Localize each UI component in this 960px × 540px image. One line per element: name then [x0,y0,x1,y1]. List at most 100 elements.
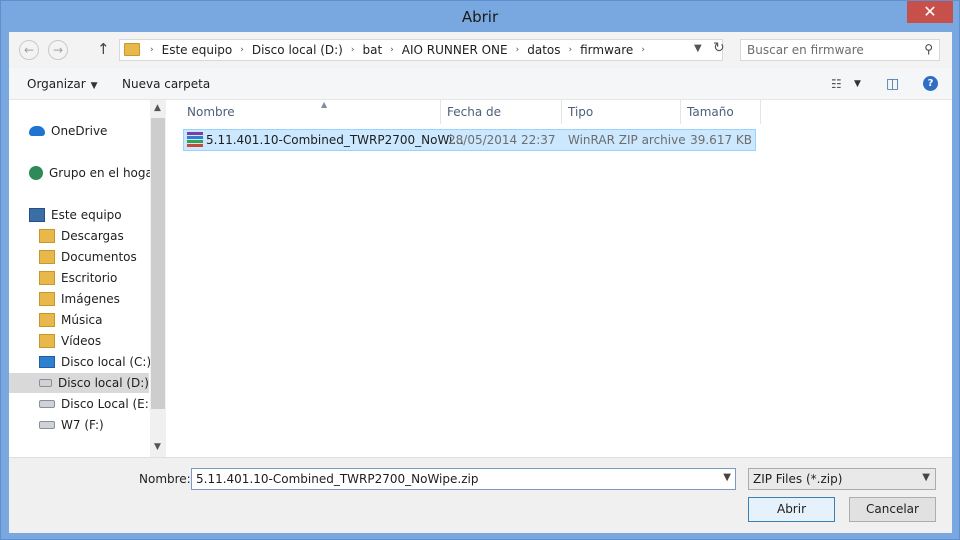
search-icon[interactable]: ⚲ [924,42,933,56]
videos-folder-icon [39,334,55,348]
sidebar-item-label: Disco local (C:) [61,355,152,369]
back-button[interactable]: ← [19,40,39,60]
filetype-select[interactable]: ZIP Files (*.zip) ▼ [748,468,936,490]
refresh-icon[interactable]: ↻ [713,40,725,56]
address-bar[interactable]: › Este equipo › Disco local (D:) › bat ›… [119,39,725,61]
chevron-right-icon[interactable]: › [569,45,573,55]
sidebar-item-downloads[interactable]: Descargas [39,226,124,246]
drive-icon [39,400,55,408]
column-header-type[interactable]: Tipo [562,100,681,124]
breadcrumb-item[interactable]: datos [527,43,560,57]
homegroup-icon [29,166,43,180]
folder-icon [124,43,140,56]
open-file-dialog: Abrir ✕ ← → ↑ › Este equipo › Disco loca… [0,0,960,540]
breadcrumb-item[interactable]: Disco local (D:) [252,43,343,57]
view-options-icon[interactable]: ☷ [831,77,842,91]
chevron-right-icon[interactable]: › [240,45,244,55]
filetype-value: ZIP Files (*.zip) [753,472,843,486]
sidebar-item-documents[interactable]: Documentos [39,247,137,267]
documents-folder-icon [39,250,55,264]
column-header-size[interactable]: Tamaño [681,100,761,124]
chevron-down-icon[interactable]: ▼ [694,43,702,54]
sidebar-item-drive-f[interactable]: W7 (F:) [39,415,104,435]
new-folder-button[interactable]: Nueva carpeta [122,77,210,91]
file-list: Nombre ▲ Fecha de modifica... Tipo Tamañ… [166,100,952,457]
downloads-folder-icon [39,229,55,243]
desktop-folder-icon [39,271,55,285]
sidebar-item-label: Disco Local (E:) [61,397,154,411]
file-type: WinRAR ZIP archive [568,133,686,147]
caret-down-icon: ▼ [90,81,98,91]
sidebar-item-onedrive[interactable]: OneDrive [29,121,107,141]
sidebar-item-label: Documentos [61,250,137,264]
search-input[interactable]: Buscar en firmware ⚲ [740,39,940,61]
scrollbar-thumb[interactable] [151,118,165,409]
sidebar-item-label: Disco local (D:) [57,376,149,390]
command-bar: Organizar ▼ Nueva carpeta ☷ ▼ ◫ ? [9,68,952,100]
column-header-date[interactable]: Fecha de modifica... [441,100,562,143]
organize-label: Organizar [27,77,86,91]
filename-field[interactable]: 5.11.401.10-Combined_TWRP2700_NoWipe.zip… [191,468,736,490]
filename-value: 5.11.401.10-Combined_TWRP2700_NoWipe.zip [196,472,479,486]
chevron-down-icon: ▼ [922,472,930,483]
table-row[interactable]: 5.11.401.10-Combined_TWRP2700_NoWi... 28… [183,129,756,151]
help-icon[interactable]: ? [923,76,938,91]
drive-icon [39,379,52,387]
sidebar-item-label: Escritorio [61,271,118,285]
close-button[interactable]: ✕ [907,1,953,23]
window-title: Abrir [461,8,499,26]
sidebar-item-homegroup[interactable]: Grupo en el hogar [29,163,158,183]
sidebar-item-this-pc[interactable]: Este equipo [29,205,122,225]
chevron-right-icon[interactable]: › [351,45,355,55]
chevron-right-icon[interactable]: › [516,45,520,55]
navigation-pane: OneDrive Grupo en el hogar Este equipo D… [9,100,166,457]
scroll-down-icon[interactable]: ▼ [154,442,161,452]
navigation-scrollbar[interactable]: ▲ ▼ [150,100,166,457]
sidebar-item-label: Vídeos [61,334,102,348]
breadcrumb-item[interactable]: firmware [580,43,633,57]
music-folder-icon [39,313,55,327]
sidebar-item-pictures[interactable]: Imágenes [39,289,120,309]
column-header-name[interactable]: Nombre ▲ [181,100,441,124]
column-header-label: Nombre [187,105,235,119]
scroll-up-icon[interactable]: ▲ [154,103,161,113]
chevron-right-icon[interactable]: › [641,45,645,55]
sidebar-item-label: Imágenes [61,292,120,306]
file-size: 39.617 KB [690,133,752,147]
dialog-footer: Nombre: 5.11.401.10-Combined_TWRP2700_No… [9,457,952,533]
breadcrumb-item[interactable]: AIO RUNNER ONE [402,43,508,57]
sidebar-item-label: Música [61,313,103,327]
open-button[interactable]: Abrir [748,497,835,522]
forward-button[interactable]: → [48,40,68,60]
up-button[interactable]: ↑ [97,40,110,58]
cancel-button[interactable]: Cancelar [849,497,936,522]
chevron-right-icon[interactable]: › [390,45,394,55]
sidebar-item-label: OneDrive [51,124,108,138]
breadcrumb: › Este equipo › Disco local (D:) › bat ›… [142,40,653,60]
title-bar[interactable]: Abrir ✕ [1,1,959,31]
sidebar-item-label: Este equipo [51,208,122,222]
chevron-down-icon[interactable]: ▼ [723,472,731,483]
breadcrumb-item[interactable]: Este equipo [162,43,233,57]
windows-drive-icon [39,356,55,368]
winrar-archive-icon [187,132,203,148]
chevron-right-icon[interactable]: › [150,45,154,55]
sidebar-item-drive-e[interactable]: Disco Local (E:) [39,394,153,414]
sidebar-item-drive-c[interactable]: Disco local (C:) [39,352,151,372]
preview-pane-icon[interactable]: ◫ [886,76,899,92]
sidebar-item-drive-d[interactable]: Disco local (D:) [9,373,149,393]
organize-button[interactable]: Organizar ▼ [27,77,98,91]
filename-label: Nombre: [139,472,191,486]
sidebar-item-label: Descargas [61,229,124,243]
onedrive-icon [29,126,45,136]
file-name: 5.11.401.10-Combined_TWRP2700_NoWi... [206,133,464,147]
computer-icon [29,208,45,222]
dialog-body: ← → ↑ › Este equipo › Disco local (D:) ›… [9,32,952,533]
file-date: 28/05/2014 22:37 [448,133,556,147]
sidebar-item-videos[interactable]: Vídeos [39,331,101,351]
search-placeholder: Buscar en firmware [747,43,864,57]
sidebar-item-desktop[interactable]: Escritorio [39,268,117,288]
sidebar-item-music[interactable]: Música [39,310,103,330]
breadcrumb-item[interactable]: bat [362,43,382,57]
chevron-down-icon[interactable]: ▼ [854,79,861,89]
